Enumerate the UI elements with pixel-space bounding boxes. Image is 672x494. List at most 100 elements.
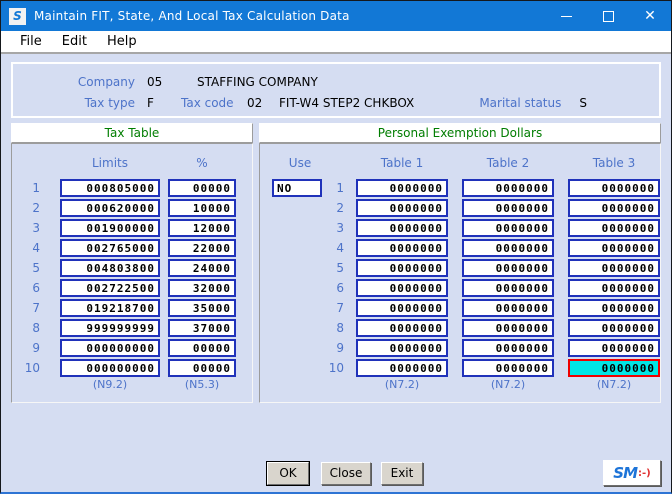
table3-field[interactable]: 0000000: [568, 299, 660, 317]
table2-field[interactable]: 0000000: [462, 219, 554, 237]
limit-field[interactable]: 004803800: [60, 259, 160, 277]
percent-field[interactable]: 12000: [168, 219, 236, 237]
row-number: 7: [12, 301, 40, 315]
sm-logo-button[interactable]: SM :-): [603, 460, 661, 486]
row-number: 6: [12, 281, 40, 295]
table1-field[interactable]: 0000000: [356, 179, 448, 197]
limit-field[interactable]: 000000000: [60, 339, 160, 357]
table3-column-header: Table 3: [568, 156, 660, 178]
table3-field[interactable]: 0000000: [568, 319, 660, 337]
title-bar: S Maintain FIT, State, And Local Tax Cal…: [1, 1, 671, 31]
row-number: 1: [12, 181, 40, 195]
tax-type-value: F: [147, 96, 177, 110]
tax-code-label: Tax code: [181, 96, 237, 110]
table3-field[interactable]: 0000000: [568, 199, 660, 217]
percent-field[interactable]: 22000: [168, 239, 236, 257]
limit-field[interactable]: 000805000: [60, 179, 160, 197]
personal-exemption-title: Personal Exemption Dollars: [259, 123, 661, 143]
limit-field[interactable]: 002722500: [60, 279, 160, 297]
table1-column-header: Table 1: [356, 156, 448, 178]
app-icon: S: [9, 8, 26, 25]
percent-field[interactable]: 00000: [168, 359, 236, 377]
percent-field[interactable]: 00000: [168, 179, 236, 197]
table2-field[interactable]: 0000000: [462, 179, 554, 197]
company-label: Company: [13, 75, 135, 89]
table2-field[interactable]: 0000000: [462, 279, 554, 297]
limit-field[interactable]: 000000000: [60, 359, 160, 377]
limit-field[interactable]: 002765000: [60, 239, 160, 257]
personal-exemption-row: 3 0000000 0000000 0000000: [260, 218, 660, 237]
table2-field[interactable]: 0000000: [462, 299, 554, 317]
row-number: 8: [260, 321, 344, 335]
menu-help[interactable]: Help: [97, 32, 147, 51]
personal-exemption-row: 4 0000000 0000000 0000000: [260, 238, 660, 257]
percent-field[interactable]: 10000: [168, 199, 236, 217]
percent-field[interactable]: 37000: [168, 319, 236, 337]
table1-field[interactable]: 0000000: [356, 259, 448, 277]
personal-exemption-rows: 1 0000000 0000000 0000000 2 0000000 0000…: [260, 178, 660, 377]
table3-field[interactable]: 0000000: [568, 239, 660, 257]
table2-field[interactable]: 0000000: [462, 319, 554, 337]
personal-exemption-panel: Use Table 1 Table 2 Table 3 NO 1 0000000…: [259, 143, 661, 403]
personal-exemption-row: 7 0000000 0000000 0000000: [260, 298, 660, 317]
row-number: 2: [12, 201, 40, 215]
percent-field[interactable]: 00000: [168, 339, 236, 357]
exit-button[interactable]: Exit: [381, 462, 423, 485]
table3-field[interactable]: 0000000: [568, 359, 660, 377]
marital-status-value: S: [579, 96, 587, 110]
close-dialog-button[interactable]: Close: [321, 462, 371, 485]
table1-field[interactable]: 0000000: [356, 339, 448, 357]
limit-field[interactable]: 999999999: [60, 319, 160, 337]
personal-exemption-row: 8 0000000 0000000 0000000: [260, 318, 660, 337]
table1-field[interactable]: 0000000: [356, 279, 448, 297]
table3-field[interactable]: 0000000: [568, 259, 660, 277]
close-button[interactable]: ✕: [629, 1, 671, 31]
table3-field[interactable]: 0000000: [568, 179, 660, 197]
row-number: 8: [12, 321, 40, 335]
table3-field[interactable]: 0000000: [568, 219, 660, 237]
row-number: 10: [12, 361, 40, 375]
table1-field[interactable]: 0000000: [356, 299, 448, 317]
menu-file[interactable]: File: [10, 32, 52, 51]
menu-edit[interactable]: Edit: [52, 32, 97, 51]
row-number: 7: [260, 301, 344, 315]
percent-field[interactable]: 35000: [168, 299, 236, 317]
limits-format-label: (N9.2): [60, 378, 160, 391]
limit-field[interactable]: 001900000: [60, 219, 160, 237]
use-field[interactable]: NO: [272, 179, 322, 197]
company-value: 05: [147, 75, 177, 89]
table2-field[interactable]: 0000000: [462, 339, 554, 357]
maximize-button[interactable]: [587, 1, 629, 31]
table3-field[interactable]: 0000000: [568, 339, 660, 357]
table2-field[interactable]: 0000000: [462, 259, 554, 277]
minimize-icon: [561, 16, 572, 17]
table1-field[interactable]: 0000000: [356, 219, 448, 237]
ok-button[interactable]: OK: [267, 462, 309, 485]
tax-table-row: 2 000620000 10000: [12, 198, 252, 217]
tax-table-row: 5 004803800 24000: [12, 258, 252, 277]
percent-field[interactable]: 24000: [168, 259, 236, 277]
tax-table-group: Tax Table Limits % 1 000805000 00000: [11, 123, 253, 403]
record-header-box: Company 05 STAFFING COMPANY Tax type F T…: [11, 62, 661, 118]
table2-field[interactable]: 0000000: [462, 239, 554, 257]
table1-field[interactable]: 0000000: [356, 359, 448, 377]
table2-field[interactable]: 0000000: [462, 199, 554, 217]
percent-field[interactable]: 32000: [168, 279, 236, 297]
tax-table-title: Tax Table: [11, 123, 253, 143]
maximize-icon: [603, 11, 614, 22]
button-bar: OK Close Exit SM :-): [1, 460, 671, 486]
limit-field[interactable]: 019218700: [60, 299, 160, 317]
minimize-button[interactable]: [545, 1, 587, 31]
tax-table-row: 10 000000000 00000: [12, 358, 252, 377]
table2-field[interactable]: 0000000: [462, 359, 554, 377]
table1-field[interactable]: 0000000: [356, 239, 448, 257]
tax-table-row: 8 999999999 37000: [12, 318, 252, 337]
row-number: 4: [12, 241, 40, 255]
table1-format-label: (N7.2): [356, 378, 448, 391]
limit-field[interactable]: 000620000: [60, 199, 160, 217]
table1-field[interactable]: 0000000: [356, 199, 448, 217]
table1-field[interactable]: 0000000: [356, 319, 448, 337]
row-number: 2: [260, 201, 344, 215]
table3-field[interactable]: 0000000: [568, 279, 660, 297]
personal-exemption-row: 6 0000000 0000000 0000000: [260, 278, 660, 297]
